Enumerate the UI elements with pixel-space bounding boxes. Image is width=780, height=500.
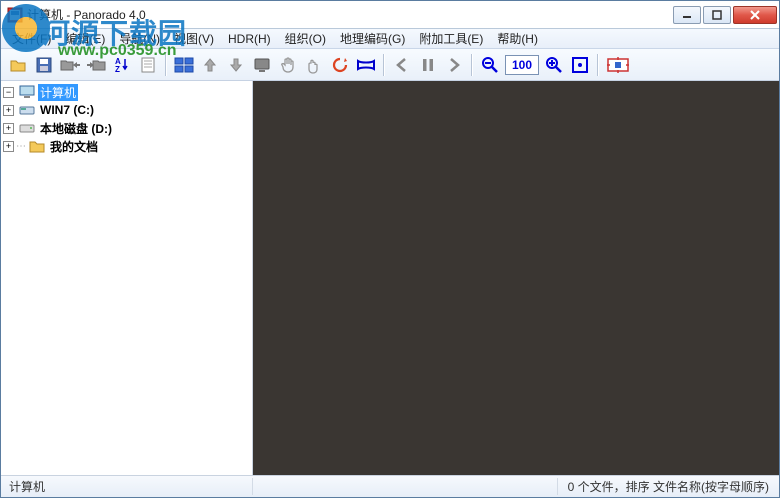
next-button[interactable] [441,52,467,78]
close-button[interactable] [733,6,777,24]
toolbar-separator [165,54,167,76]
menu-help[interactable]: 帮助(H) [490,29,545,48]
prev-folder-button[interactable] [57,52,83,78]
menu-geocode[interactable]: 地理编码(G) [333,29,412,48]
toolbar-separator [383,54,385,76]
tree-label: 我的文档 [48,138,100,155]
tree-label: 计算机 [38,84,78,101]
menubar: 文件(F) 编辑(E) 导航(N) 视图(V) HDR(H) 组织(O) 地理编… [1,29,779,49]
monitor-button[interactable] [249,52,275,78]
rotate-button[interactable] [327,52,353,78]
menu-hdr[interactable]: HDR(H) [221,31,278,47]
fit-screen-button[interactable] [567,52,593,78]
minimize-button[interactable] [673,6,701,24]
open-file-button[interactable] [5,52,31,78]
info-button[interactable] [135,52,161,78]
menu-extras[interactable]: 附加工具(E) [412,29,490,48]
tree-connector: ⋯ [16,141,26,152]
svg-text:Z: Z [115,65,120,74]
save-button[interactable] [31,52,57,78]
next-folder-button[interactable] [83,52,109,78]
folder-icon [29,138,45,154]
sort-button[interactable]: AZ [109,52,135,78]
grab-button[interactable] [301,52,327,78]
prev-button[interactable] [389,52,415,78]
image-viewer-area[interactable] [253,81,779,475]
expand-icon[interactable]: + [3,105,14,116]
thumbnails-button[interactable] [171,52,197,78]
expand-icon[interactable]: + [3,141,14,152]
status-path: 计算机 [1,478,253,495]
menu-view[interactable]: 视图(V) [167,29,221,48]
panorama-button[interactable] [353,52,379,78]
menu-organize[interactable]: 组织(O) [278,29,333,48]
up-arrow-button[interactable] [197,52,223,78]
menu-file[interactable]: 文件(F) [5,29,58,48]
tree-node-drive-c[interactable]: + WIN7 (C:) [1,101,252,119]
statusbar: 计算机 0 个文件，排序 文件名称(按字母顺序) [1,475,779,497]
status-info: 0 个文件，排序 文件名称(按字母顺序) [557,478,779,495]
tree-node-mydocs[interactable]: + ⋯ 我的文档 [1,137,252,155]
menu-edit[interactable]: 编辑(E) [58,29,112,48]
pause-button[interactable] [415,52,441,78]
toolbar-separator [471,54,473,76]
drive-icon [19,102,35,118]
folder-tree-panel[interactable]: − 计算机 + WIN7 (C:) [1,81,253,475]
tree-node-drive-d[interactable]: + 本地磁盘 (D:) [1,119,252,137]
titlebar[interactable]: 计算机 - Panorado 4.0 [1,1,779,29]
zoom-out-button[interactable] [477,52,503,78]
tree-node-computer[interactable]: − 计算机 [1,83,252,101]
computer-icon [19,84,35,100]
tree-label: 本地磁盘 (D:) [38,120,114,137]
app-icon [7,7,23,23]
window-title: 计算机 - Panorado 4.0 [27,6,146,23]
toolbar-separator [597,54,599,76]
drive-icon [19,120,35,136]
zoom-value[interactable]: 100 [505,55,539,75]
maximize-button[interactable] [703,6,731,24]
down-arrow-button[interactable] [223,52,249,78]
expand-icon[interactable]: + [3,123,14,134]
navigator-button[interactable] [603,52,633,78]
hand-pan-button[interactable] [275,52,301,78]
toolbar: AZ 100 [1,49,779,81]
tree-label: WIN7 (C:) [38,103,96,117]
zoom-in-button[interactable] [541,52,567,78]
menu-nav[interactable]: 导航(N) [112,29,167,48]
collapse-icon[interactable]: − [3,87,14,98]
